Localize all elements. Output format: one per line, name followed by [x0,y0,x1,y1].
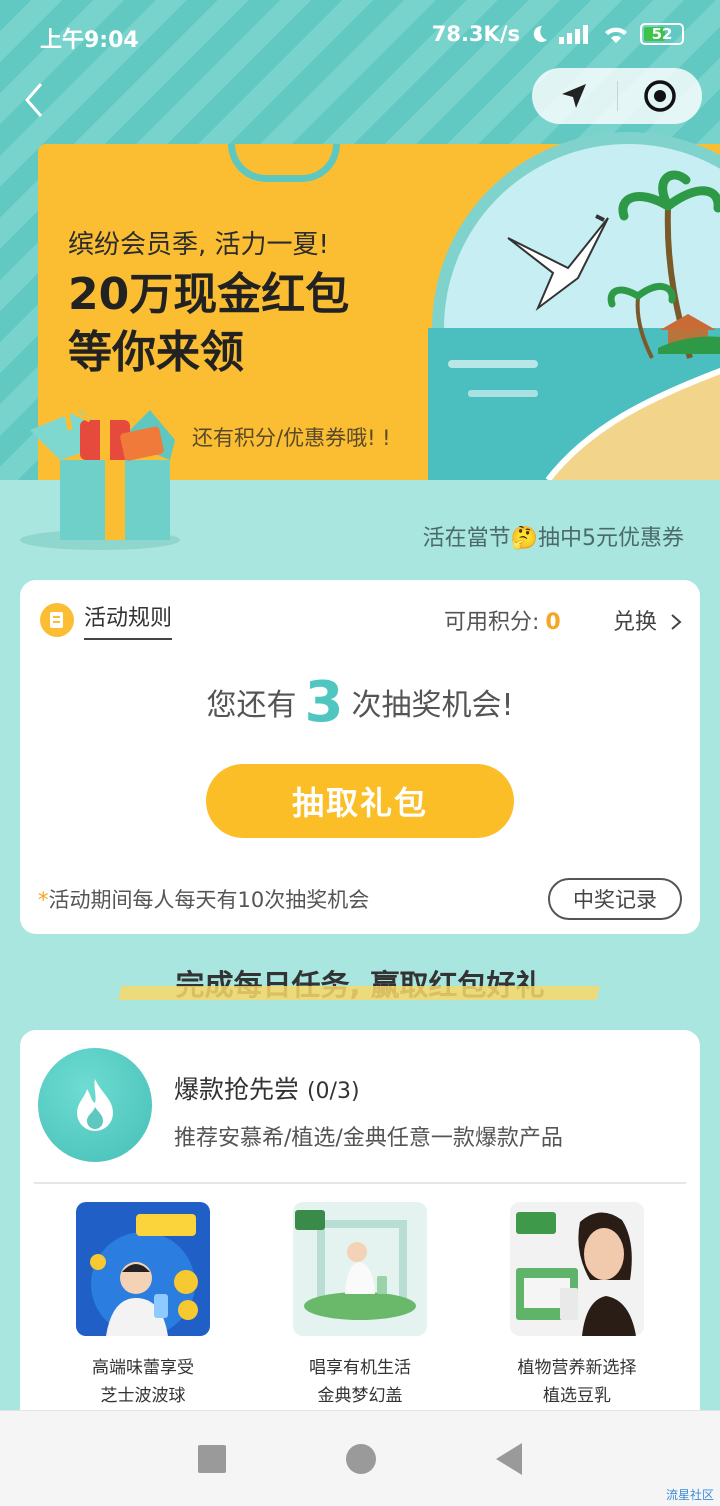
close-miniprogram-button[interactable] [618,68,703,124]
product-line2: 金典梦幻盖 [317,1386,403,1406]
flame-icon [77,1079,113,1131]
daily-tasks-title: 完成每日任务, 赢取红包好礼 [175,968,545,1002]
task-description: 推荐安慕希/植选/金典任意一款爆款产品 [174,1126,563,1151]
product-image-soy-milk [510,1202,644,1336]
product-line2: 植选豆乳 [543,1386,611,1406]
banner-title-line1: 20万现金红包 [68,269,350,320]
draw-gift-button[interactable]: 抽取礼包 [206,764,514,838]
task-title-text: 爆款抢先尝 [174,1075,300,1104]
product-line1: 唱享有机生活 [309,1358,411,1378]
task-progress: (0/3) [306,1079,360,1104]
signal-icon [559,25,588,44]
home-circle-icon[interactable] [346,1443,376,1474]
rules-document-icon [40,603,74,637]
flame-icon-badge [38,1048,152,1162]
product-image-cheese-balls [76,1202,210,1336]
battery-icon: 52 [640,23,684,45]
task-card: 爆款抢先尝 (0/3) 推荐安慕希/植选/金典任意一款爆款产品 高端味蕾享受 芝… [20,1030,700,1430]
product-image-jindian [293,1202,427,1336]
back-triangle-icon[interactable] [496,1442,522,1475]
chances-suffix: 次抽奖机会! [351,688,514,723]
product-card-jindian[interactable]: 唱享有机生活 金典梦幻盖 [260,1202,460,1410]
available-points: 可用积分: 0 [444,604,561,636]
product-card-soy-milk[interactable]: 植物营养新选择 植选豆乳 [477,1202,677,1410]
beach-scene-illustration [428,132,720,480]
activity-notice: *活动期间每人每天有10次抽奖机会 [38,884,369,914]
lottery-card: 活动规则 可用积分: 0 兑换 您还有 3 次抽奖机会! 抽取礼包 *活动期间每人每天… [20,580,700,934]
activity-rules-link[interactable]: 活动规则 [40,600,173,640]
status-time: 上午9:04 [40,28,139,53]
chances-prefix: 您还有 [206,688,297,723]
system-nav-bar [0,1410,720,1506]
remaining-chances: 您还有 3 次抽奖机会! [20,670,700,735]
points-label: 可用积分: [444,610,540,635]
daily-tasks-heading: 完成每日任务, 赢取红包好礼 [0,962,720,1004]
banner-subtitle: 缤纷会员季, 活力一夏! [68,230,329,260]
marketing-tagline: 活在當节🤔抽中5元优惠券 [422,526,684,551]
banner-title: 20万现金红包 等你来领 [68,266,349,382]
product-line1: 高端味蕾享受 [92,1358,194,1378]
notice-text: 活动期间每人每天有10次抽奖机会 [48,888,370,912]
moon-icon [533,25,547,42]
status-right: 78.3K/s 52 [432,22,684,46]
network-speed: 78.3K/s [431,22,520,46]
product-line1: 植物营养新选择 [517,1358,637,1378]
banner-note: 还有积分/优惠券哦! ! [192,426,391,450]
chances-count: 3 [304,670,344,735]
location-button[interactable] [532,68,617,124]
notice-star: * [38,888,49,912]
product-card-cheese-balls[interactable]: 高端味蕾享受 芝士波波球 [43,1202,243,1410]
banner-title-line2: 等你来领 [68,327,244,378]
task-title: 爆款抢先尝 (0/3) [174,1070,360,1106]
recent-apps-square-icon[interactable] [198,1444,226,1473]
gift-box-illustration [20,403,180,550]
task-divider [34,1182,686,1184]
chevron-right-icon [671,614,682,630]
rules-label: 活动规则 [84,600,173,640]
target-circle-icon [644,80,676,112]
exchange-link[interactable]: 兑换 [613,604,682,636]
product-line2: 芝士波波球 [100,1386,186,1406]
points-value: 0 [545,610,561,635]
win-record-button[interactable]: 中奖记录 [548,878,682,920]
watermark-text: 流星社区 [665,1488,714,1502]
miniprogram-capsule [532,68,702,124]
exchange-label: 兑换 [612,610,657,635]
chevron-left-icon [25,83,43,117]
back-button[interactable] [14,78,54,122]
location-arrow-icon [562,84,587,108]
wifi-icon [605,27,627,43]
status-bar: 上午9:04 78.3K/s 52 [0,0,720,72]
